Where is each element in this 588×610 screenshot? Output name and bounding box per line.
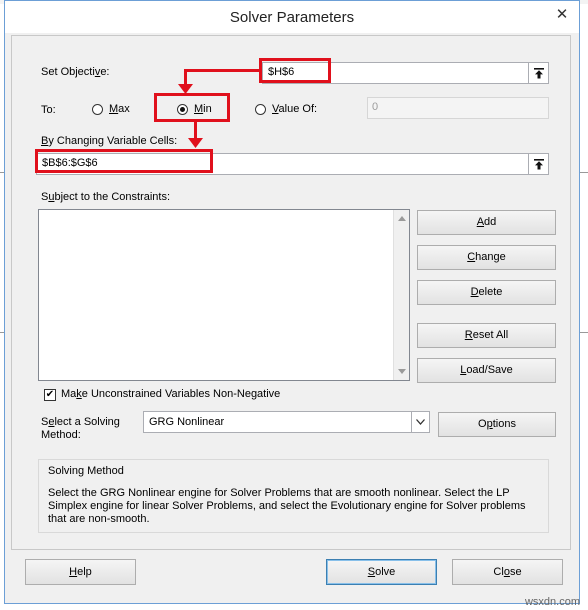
max-radio[interactable] [92, 104, 103, 115]
solving-method-group-title: Solving Method [48, 465, 124, 477]
background-gridline [580, 172, 588, 173]
value-of-radio[interactable] [255, 104, 266, 115]
change-button[interactable]: Change [417, 245, 556, 270]
max-radio-label[interactable]: Max [109, 103, 130, 115]
nonnegative-checkbox[interactable]: ✔ [44, 389, 56, 401]
help-button[interactable]: Help [25, 559, 136, 585]
solving-method-group: Solving Method Select the GRG Nonlinear … [38, 459, 549, 533]
min-highlight-box [154, 93, 230, 122]
add-button[interactable]: Add [417, 210, 556, 235]
objective-collapse-icon[interactable] [528, 63, 548, 83]
objective-highlight-box [259, 58, 331, 83]
title-bar[interactable]: Solver Parameters ✕ [5, 1, 579, 33]
value-of-label[interactable]: Value Of: [272, 103, 317, 115]
solving-method-description: Select the GRG Nonlinear engine for Solv… [48, 487, 526, 525]
annotation-line [194, 121, 197, 139]
close-icon[interactable]: ✕ [547, 3, 577, 27]
variable-cells-collapse-icon[interactable] [528, 154, 548, 174]
reset-all-button[interactable]: Reset All [417, 323, 556, 348]
solver-parameters-dialog: Solver Parameters ✕ Set Objective: $H$6 … [4, 0, 580, 604]
delete-button[interactable]: Delete [417, 280, 556, 305]
dialog-content: Set Objective: $H$6 To: Max Min Value Of… [11, 35, 571, 550]
scroll-up-icon[interactable] [398, 216, 406, 221]
nonnegative-label[interactable]: Make Unconstrained Variables Non-Negativ… [61, 388, 280, 400]
value-of-value: 0 [372, 101, 379, 113]
load-save-button[interactable]: Load/Save [417, 358, 556, 383]
set-objective-label: Set Objective: [41, 66, 110, 78]
scroll-down-icon[interactable] [398, 369, 406, 374]
watermark: wsxdn.com [524, 596, 580, 608]
value-of-input[interactable]: 0 [367, 97, 549, 119]
variable-cells-highlight-box [35, 149, 213, 173]
checkmark-icon: ✔ [45, 389, 55, 400]
background-gridline [580, 332, 588, 333]
annotation-line [184, 69, 260, 72]
dialog-title: Solver Parameters [229, 9, 355, 26]
constraints-scrollbar[interactable] [393, 210, 409, 380]
solving-method-select[interactable]: GRG Nonlinear [143, 411, 430, 433]
constraints-list[interactable] [38, 209, 410, 381]
options-button[interactable]: Options [438, 412, 556, 437]
variable-cells-label: By Changing Variable Cells: [41, 135, 178, 147]
solving-method-label: Select a Solving Method: [41, 416, 120, 441]
close-button[interactable]: Close [452, 559, 563, 585]
solve-button[interactable]: Solve [326, 559, 437, 585]
constraints-label: Subject to the Constraints: [41, 191, 171, 203]
arrow-down-icon [178, 84, 193, 94]
to-label: To: [41, 104, 56, 116]
chevron-down-icon[interactable] [411, 412, 429, 432]
solving-method-value: GRG Nonlinear [149, 416, 225, 428]
arrow-down-icon [188, 138, 203, 148]
